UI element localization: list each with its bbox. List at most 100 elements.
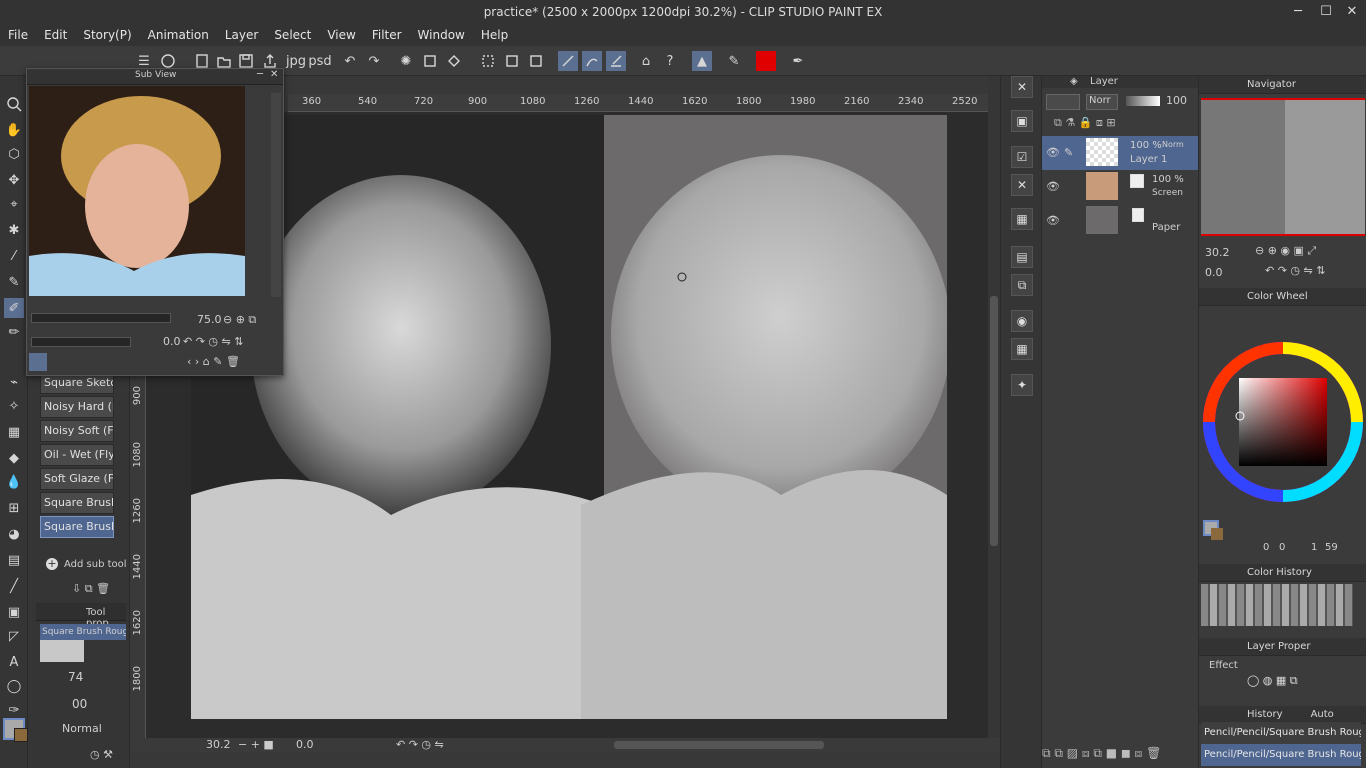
pattern-icon[interactable]: ▦ <box>4 422 24 442</box>
zoom-tool-icon[interactable] <box>4 94 24 114</box>
eyedropper-icon[interactable]: ✒ <box>788 51 808 71</box>
sub-view-close-icon[interactable]: ✕ <box>270 69 278 80</box>
layer-type-icon[interactable] <box>1046 94 1080 110</box>
pencil-tool-icon[interactable]: ✏ <box>4 322 24 342</box>
figure-tool-icon[interactable]: ╱ <box>4 576 24 596</box>
grid-icon[interactable]: ▦ <box>1011 338 1033 360</box>
navigator-zoom-value[interactable]: 30.2 <box>1205 246 1230 259</box>
3d-grid-icon[interactable]: ⊞ <box>4 498 24 518</box>
history-item[interactable]: Pencil/Pencil/Square Brush Rough (Fly) <box>1201 722 1361 744</box>
visibility-eye-icon[interactable]: 👁 <box>1046 214 1060 227</box>
menu-select[interactable]: Select <box>266 26 319 46</box>
zoom-buttons-icon[interactable]: ⊖ ⊕ ⧉ <box>223 313 256 327</box>
horizontal-scrollbar[interactable] <box>614 741 824 749</box>
brush-size-value[interactable]: 74 <box>68 670 83 684</box>
jpg-export-icon[interactable]: jpg <box>286 51 306 71</box>
fill-icon[interactable] <box>444 51 464 71</box>
pen-pressure-icon[interactable]: ✎ <box>724 51 744 71</box>
vertical-scrollbar[interactable] <box>988 76 1000 738</box>
settings-icon[interactable]: ◷ ⚒ <box>90 748 113 761</box>
layer-folder-icon[interactable]: ▤ <box>1011 246 1033 268</box>
blend-tool-icon[interactable]: 💧 <box>4 472 24 492</box>
menu-help[interactable]: Help <box>473 26 516 46</box>
hand-tool-icon[interactable]: ✋ <box>4 120 24 140</box>
item-bank-icon[interactable]: ☑ <box>1011 146 1033 168</box>
menu-filter[interactable]: Filter <box>364 26 410 46</box>
clear-icon[interactable] <box>420 51 440 71</box>
eraser-tool-icon[interactable]: ◆ <box>4 448 24 468</box>
sub-view-image[interactable] <box>29 86 245 296</box>
reference-icon[interactable]: ⧉ <box>1011 274 1033 296</box>
close-panel-icon[interactable]: ✕ <box>1011 174 1033 196</box>
text-tool-icon[interactable]: A <box>4 652 24 672</box>
layer-row-paper[interactable]: 👁 Paper <box>1042 204 1198 238</box>
close-button[interactable]: ✕ <box>1340 2 1364 22</box>
figure-icon[interactable]: ✦ <box>1011 374 1033 396</box>
redo-icon[interactable]: ↷ <box>364 51 384 71</box>
airbrush-tool-icon[interactable]: ⌁ <box>4 372 24 392</box>
brush-item[interactable]: Oil - Wet (Fly) <box>40 444 114 466</box>
add-sub-tool-label[interactable]: Add sub tool <box>64 559 127 570</box>
undo-icon[interactable]: ↶ <box>340 51 360 71</box>
visibility-eye-icon[interactable]: 👁 <box>1046 146 1060 159</box>
menu-edit[interactable]: Edit <box>36 26 75 46</box>
rotation-value[interactable]: 0.0 <box>296 738 314 751</box>
sub-color-swatch[interactable] <box>14 728 28 742</box>
brush-item-selected[interactable]: Square Brush <box>40 516 114 538</box>
navigator-preview[interactable] <box>1201 98 1365 236</box>
selection-tool-icon[interactable]: ⌖ <box>4 194 24 214</box>
help-icon[interactable]: ? <box>660 51 680 71</box>
layer-row-layer1[interactable]: 👁 ✎ 100 % Norm Layer 1 <box>1042 136 1198 170</box>
zoom-controls-icon[interactable]: − + ■ <box>238 738 274 751</box>
sub-tool-actions-icon[interactable]: ⇩ ⧉ 🗑 <box>72 582 110 596</box>
sub-view-nav-icon[interactable]: ‹ › ⌂ ✎ 🗑 <box>187 355 240 368</box>
rotation-buttons-icon[interactable]: ↶ ↷ ◷ ⇋ ⇅ <box>183 335 243 348</box>
menu-layer[interactable]: Layer <box>217 26 266 46</box>
navigator-angle-value[interactable]: 0.0 <box>1205 266 1223 279</box>
brush-item[interactable]: Noisy Soft (Fly <box>40 420 114 442</box>
operation-tool-icon[interactable]: ⬡ <box>4 144 24 164</box>
3d-icon[interactable]: ⌂ <box>636 51 656 71</box>
rotate-controls-icon[interactable]: ↶ ↷ ◷ ⇋ <box>396 738 444 751</box>
zoom-slider[interactable] <box>31 313 171 323</box>
deselect-icon[interactable] <box>478 51 498 71</box>
navigator-rotate-icon[interactable]: ↶ ↷ ◷ ⇋ ⇅ <box>1265 264 1325 277</box>
sub-view-zoom-value[interactable]: 75.0 <box>197 313 222 326</box>
add-icon[interactable]: + <box>46 558 58 570</box>
gradient-tool-icon[interactable]: ▤ <box>4 550 24 570</box>
history-item-selected[interactable]: Pencil/Pencil/Square Brush Rough (Fly) <box>1201 744 1361 766</box>
layer-opacity-value[interactable]: 100 <box>1166 94 1187 107</box>
artwork[interactable] <box>191 115 947 719</box>
zoom-value[interactable]: 30.2 <box>206 738 231 751</box>
minimize-button[interactable]: ─ <box>1286 2 1310 22</box>
sub-view-rotation-value[interactable]: 0.0 <box>163 335 181 348</box>
decoration-tool-icon[interactable]: ✧ <box>4 396 24 416</box>
visibility-eye-icon[interactable]: 👁 <box>1046 180 1060 193</box>
auto-select-icon[interactable]: ✱ <box>4 220 24 240</box>
color-swatch-icon[interactable] <box>756 51 776 71</box>
fill-tool-icon[interactable]: ◕ <box>4 524 24 544</box>
stabilizer-icon[interactable]: ▲ <box>692 51 712 71</box>
menu-animation[interactable]: Animation <box>140 26 217 46</box>
brush-opacity-value[interactable]: 00 <box>72 697 87 711</box>
rotation-slider[interactable] <box>31 337 131 347</box>
menu-story[interactable]: Story(P) <box>75 26 139 46</box>
blend-mode-select[interactable]: Normal <box>62 722 102 735</box>
eyedropper-icon[interactable] <box>29 353 47 371</box>
pen-tool-icon[interactable]: ✎ <box>4 272 24 292</box>
layer-tools-icon[interactable]: ⧉ ⚗ 🔒 ⧈ ⊞ <box>1054 116 1116 130</box>
navigator-zoom-icon[interactable]: ⊖ ⊕ ◉ ▣ ⤢ <box>1255 244 1316 258</box>
wheel-sub-color[interactable] <box>1211 528 1223 540</box>
brush-item[interactable]: Square Brush <box>40 492 114 514</box>
texture-icon[interactable]: ▦ <box>1011 208 1033 230</box>
layer-actions-icon[interactable]: ⧉ ⧉ ▨ ⧈ ⧉ ■ ◼ ⧈ 🗑 <box>1042 746 1161 761</box>
brush-item[interactable]: Soft Glaze (Fl <box>40 468 114 490</box>
move-layer-icon[interactable]: ✥ <box>4 170 24 190</box>
blend-mode-dropdown[interactable]: Norr <box>1086 94 1118 110</box>
scroll-thumb[interactable] <box>990 296 998 546</box>
camera-icon[interactable]: ◉ <box>1011 310 1033 332</box>
maximize-button[interactable]: ☐ <box>1314 2 1338 22</box>
correct-line-icon[interactable]: ✑ <box>4 700 24 720</box>
ruler-tool-icon[interactable]: ◸ <box>4 626 24 646</box>
color-wheel[interactable] <box>1201 340 1365 504</box>
